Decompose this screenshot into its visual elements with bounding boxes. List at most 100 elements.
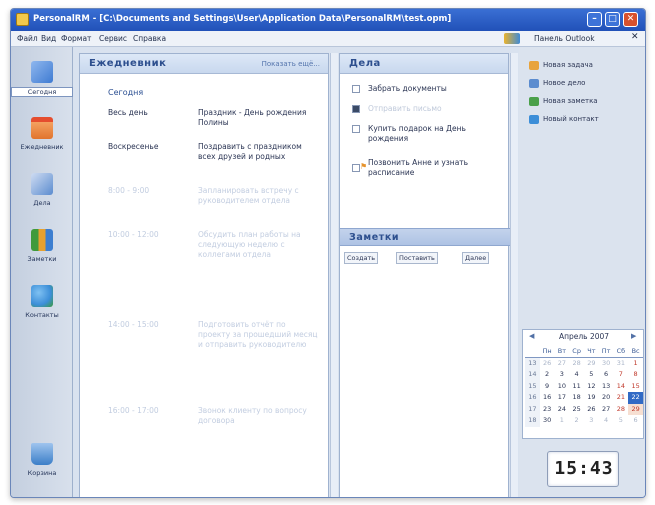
nav-item-contacts[interactable]: Контакты xyxy=(11,285,73,335)
calendar-day[interactable]: 15 xyxy=(628,381,643,393)
calendar-day[interactable]: 4 xyxy=(599,415,614,427)
calendar-day[interactable]: 22 xyxy=(628,392,643,404)
calendar-weekday-label: Сб xyxy=(613,346,629,358)
menu-service[interactable]: Сервис xyxy=(99,34,127,43)
calendar-day[interactable]: 24 xyxy=(555,404,570,416)
menu-bar: Файл Вид Формат Сервис Справка Панель Ou… xyxy=(11,31,645,47)
calendar-day[interactable]: 13 xyxy=(599,381,614,393)
calendar-day[interactable]: 25 xyxy=(569,404,584,416)
notes-set-button[interactable]: Поставить xyxy=(396,252,438,264)
planner-show-more-link[interactable]: Показать ещё... xyxy=(262,60,320,68)
calendar-day[interactable]: 30 xyxy=(599,358,614,370)
calendar-day[interactable]: 14 xyxy=(614,381,629,393)
calendar-day[interactable]: 3 xyxy=(584,415,599,427)
calendar-day[interactable]: 29 xyxy=(584,358,599,370)
planner-panel: Ежедневник Показать ещё... Сегодня Весь … xyxy=(79,53,329,497)
outlook-bar-close-icon[interactable]: ✕ xyxy=(631,32,639,42)
notes-create-button[interactable]: Создать xyxy=(344,252,379,264)
calendar-next-icon[interactable]: ▶ xyxy=(631,332,636,340)
calendar-day[interactable]: 6 xyxy=(628,415,643,427)
calendar-day[interactable]: 12 xyxy=(584,381,599,393)
new-note-icon xyxy=(529,97,539,106)
menu-view[interactable]: Вид xyxy=(41,34,56,43)
new-task-link[interactable]: Новая задача xyxy=(529,61,643,70)
calendar-day[interactable]: 6 xyxy=(599,369,614,381)
calendar-weekday-label: Пт xyxy=(598,346,614,358)
menu-file[interactable]: Файл xyxy=(17,34,38,43)
nav-item-trash[interactable]: Корзина xyxy=(11,443,73,493)
calendar-day[interactable]: 26 xyxy=(540,358,555,370)
nav-item-tasks[interactable]: Дела xyxy=(11,173,73,223)
nav-item-planner[interactable]: Ежедневник xyxy=(11,117,73,167)
tasks-scrollbar[interactable] xyxy=(510,53,518,497)
calendar-day[interactable]: 2 xyxy=(540,369,555,381)
task-checkbox[interactable] xyxy=(352,125,360,133)
calendar-day[interactable]: 5 xyxy=(584,369,599,381)
calendar-day[interactable]: 11 xyxy=(569,381,584,393)
calendar-week-number: 15 xyxy=(525,380,540,392)
calendar-week-number: 16 xyxy=(525,392,540,404)
calendar-day[interactable]: 28 xyxy=(569,358,584,370)
task-text: Забрать документы xyxy=(368,84,447,93)
calendar-header-row: Пн Вт Ср Чт Пт Сб Вс xyxy=(525,346,643,358)
outlook-bar-label[interactable]: Панель Outlook xyxy=(534,34,595,43)
planner-row-label: 16:00 - 17:00 xyxy=(108,406,159,415)
calendar-day[interactable]: 19 xyxy=(584,392,599,404)
calendar-day[interactable]: 5 xyxy=(614,415,629,427)
new-note-link[interactable]: Новая заметка xyxy=(529,97,643,106)
calendar-day[interactable]: 21 xyxy=(614,392,629,404)
today-label: Сегодня xyxy=(108,88,144,97)
close-button[interactable]: ✕ xyxy=(623,12,638,27)
calendar-day[interactable]: 1 xyxy=(555,415,570,427)
calendar-day[interactable]: 10 xyxy=(555,381,570,393)
calendar-day[interactable]: 31 xyxy=(614,358,629,370)
calendar-day[interactable]: 3 xyxy=(555,369,570,381)
app-window: PersonalRM - [C:\Documents and Settings\… xyxy=(10,8,646,498)
task-checkbox[interactable] xyxy=(352,85,360,93)
calendar-day[interactable]: 20 xyxy=(599,392,614,404)
planner-row-label: 8:00 - 9:00 xyxy=(108,186,150,195)
calendar-day[interactable]: 16 xyxy=(540,392,555,404)
calendar-day[interactable]: 26 xyxy=(584,404,599,416)
calendar-week-number: 13 xyxy=(525,357,540,369)
calendar-day[interactable]: 1 xyxy=(628,358,643,370)
splitter[interactable] xyxy=(330,53,338,497)
calendar-day[interactable]: 2 xyxy=(569,415,584,427)
task-text: Купить подарок на День рождения xyxy=(368,124,466,143)
menu-format[interactable]: Формат xyxy=(61,34,91,43)
calendar-day[interactable]: 27 xyxy=(599,404,614,416)
calendar-day[interactable]: 27 xyxy=(555,358,570,370)
calendar-day[interactable]: 4 xyxy=(569,369,584,381)
calendar-day[interactable]: 7 xyxy=(614,369,629,381)
minimize-button[interactable]: – xyxy=(587,12,602,27)
window-title: PersonalRM - [C:\Documents and Settings\… xyxy=(33,14,452,24)
calendar-day[interactable]: 17 xyxy=(555,392,570,404)
calendar-day[interactable]: 23 xyxy=(540,404,555,416)
planner-row-text: Праздник - День рождения Полины xyxy=(198,108,307,127)
calendar-week-row: 16 16 17 18 19 20 21 22 xyxy=(525,392,643,404)
outlook-bar-icon[interactable] xyxy=(504,33,520,44)
calendar-icon xyxy=(31,117,53,139)
calendar-day[interactable]: 8 xyxy=(628,369,643,381)
planner-row-label: Воскресенье xyxy=(108,142,159,151)
calendar-weekday-label xyxy=(525,346,540,358)
new-case-link[interactable]: Новое дело xyxy=(529,79,643,88)
nav-item-today[interactable]: Сегодня xyxy=(11,61,73,111)
calendar-week-row: 14 2 3 4 5 6 7 8 xyxy=(525,369,643,381)
calendar-day[interactable]: 29 xyxy=(628,403,643,415)
calendar-day[interactable]: 28 xyxy=(614,404,629,416)
calendar-week-number: 18 xyxy=(525,415,540,427)
calendar-day[interactable]: 18 xyxy=(569,392,584,404)
nav-item-notes[interactable]: Заметки xyxy=(11,229,73,279)
new-note-label: Новая заметка xyxy=(543,97,598,105)
notes-next-button[interactable]: Далее xyxy=(462,252,490,264)
calendar-day[interactable]: 30 xyxy=(540,415,555,427)
calendar-weekday-label: Вт xyxy=(554,346,570,358)
new-contact-link[interactable]: Новый контакт xyxy=(529,115,643,124)
mini-calendar[interactable]: ◀ Апрель 2007 ▶ Пн Вт Ср Чт Пт Сб Вс 13 26 27 28 29… xyxy=(522,329,644,439)
task-checkbox[interactable] xyxy=(352,105,360,113)
menu-help[interactable]: Справка xyxy=(133,34,166,43)
calendar-day[interactable]: 9 xyxy=(540,381,555,393)
task-checkbox[interactable] xyxy=(352,164,360,172)
maximize-button[interactable]: □ xyxy=(605,12,620,27)
